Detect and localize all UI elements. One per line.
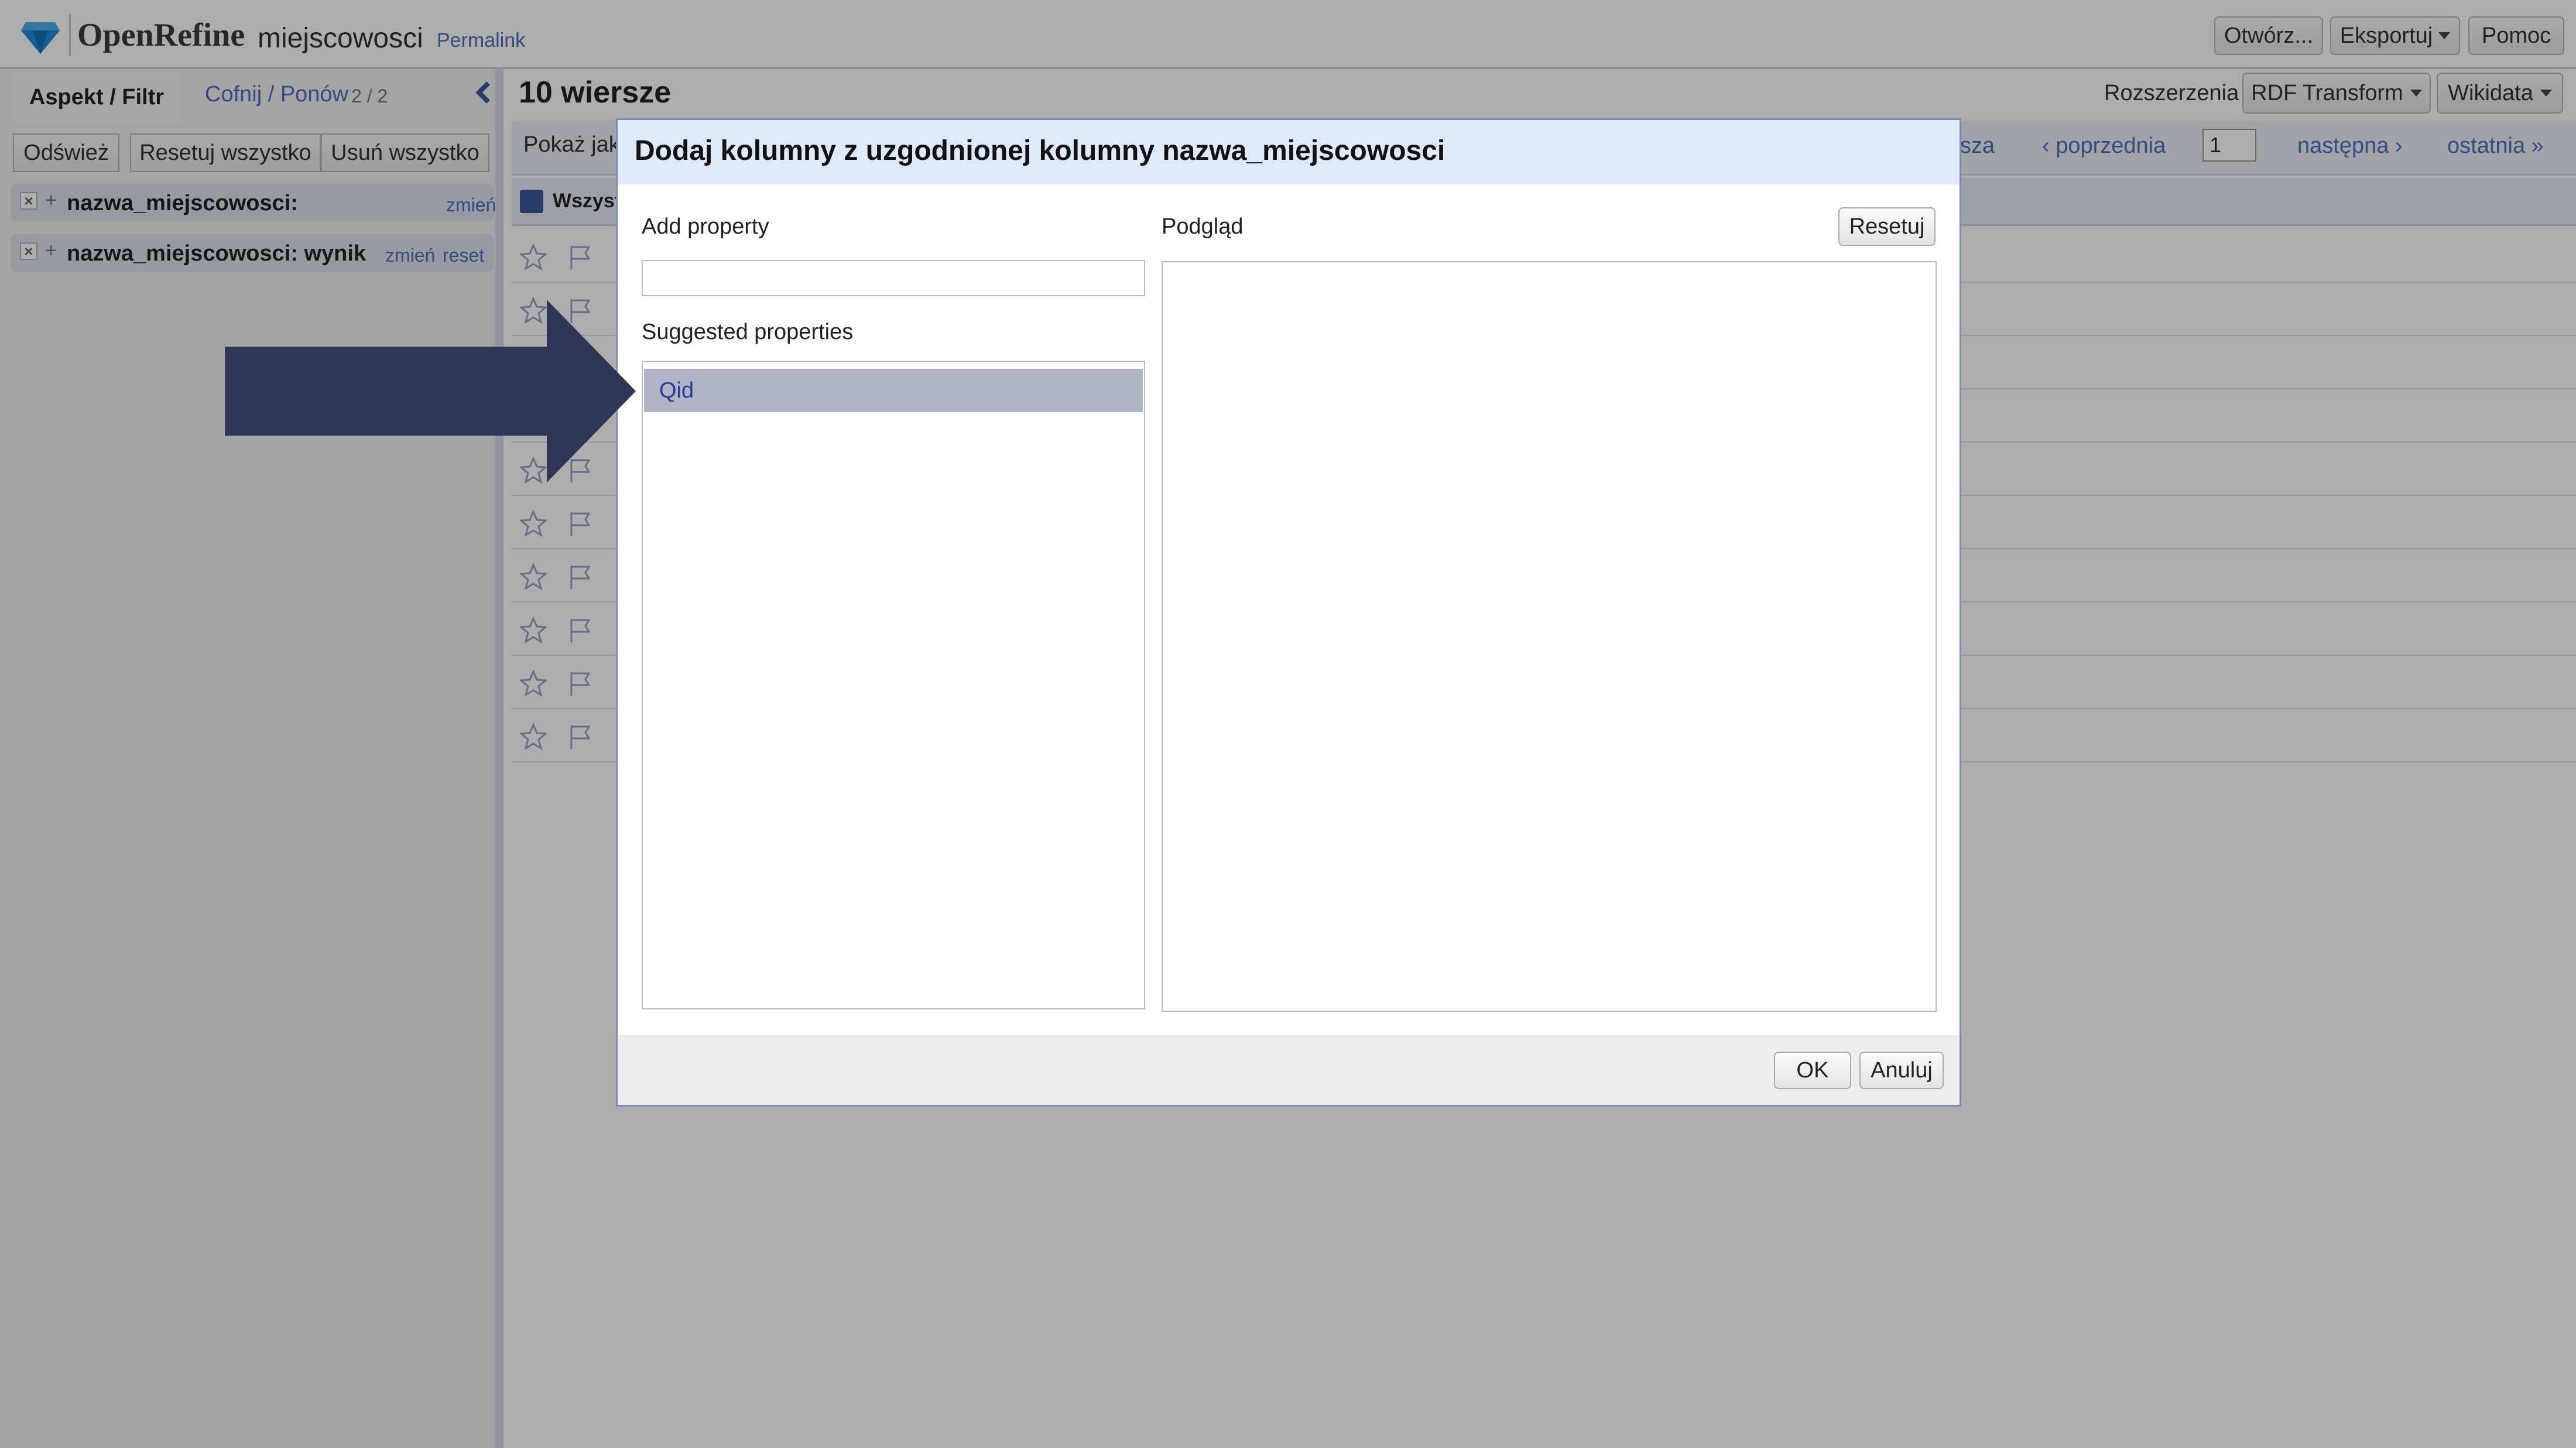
dialog-footer [618,1035,1960,1105]
add-property-label: Add property [642,214,769,239]
ok-button[interactable]: OK [1774,1052,1851,1089]
add-property-input[interactable] [642,260,1145,296]
pointer-arrow-icon [225,300,636,482]
dialog-title: Dodaj kolumny z uzgodnionej kolumny nazw… [635,135,1445,166]
suggested-property-item[interactable]: Qid [644,369,1143,412]
preview-label: Podgląd [1162,214,1244,239]
cancel-button[interactable]: Anuluj [1859,1052,1944,1089]
suggested-properties-label: Suggested properties [642,320,854,344]
suggested-properties-list[interactable] [642,361,1145,1009]
preview-pane [1162,261,1937,1012]
reset-preview-button[interactable]: Resetuj [1838,207,1936,246]
